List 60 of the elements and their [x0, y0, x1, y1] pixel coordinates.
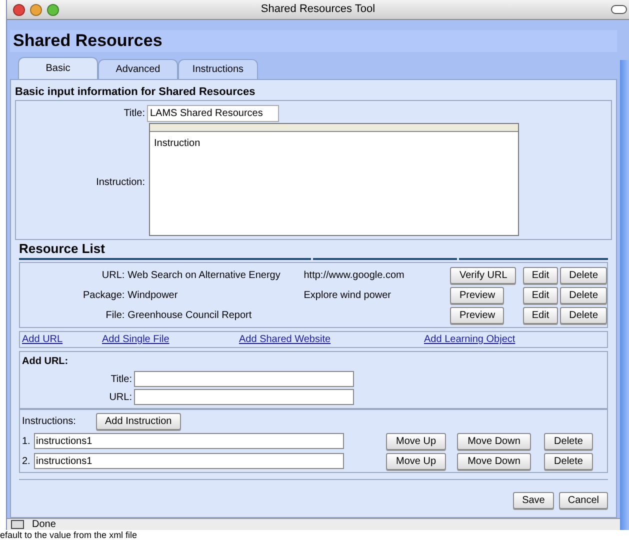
layout-icon	[11, 520, 24, 529]
button[interactable]: Save	[513, 492, 554, 509]
button[interactable]: Edit	[522, 266, 558, 284]
form-heading: Add URL:	[21, 355, 70, 369]
list-number: 1.	[21, 434, 32, 448]
rich-text-editor[interactable]: Instruction	[149, 123, 519, 236]
add-link[interactable]: Add Single File	[102, 332, 239, 347]
scrollbar[interactable]	[620, 60, 629, 530]
field-label: Title:	[110, 372, 133, 386]
field-label: Title:	[122, 107, 146, 121]
text-field[interactable]	[134, 371, 354, 387]
window-control-icon[interactable]	[30, 4, 42, 16]
title-field[interactable]: LAMS Shared Resources	[147, 105, 279, 122]
window-title: Shared Resources Tool	[260, 2, 376, 18]
text-field[interactable]	[134, 389, 354, 405]
list-number: 2.	[21, 454, 32, 468]
button[interactable]: Add Instruction	[96, 412, 181, 430]
button[interactable]: Cancel	[558, 492, 608, 509]
add-link[interactable]: Add URL	[22, 332, 102, 347]
editor-text: Instruction	[153, 137, 202, 151]
button[interactable]: Verify URL	[450, 266, 516, 284]
button[interactable]: Preview	[450, 306, 504, 324]
button[interactable]: Move Up	[386, 432, 446, 450]
toolbar-toggle-icon[interactable]	[611, 5, 627, 14]
table-cell-text: Explore wind power	[304, 288, 392, 302]
button[interactable]: Move Up	[386, 452, 446, 470]
button[interactable]: Move Down	[457, 452, 531, 470]
field-label: Instruction:	[95, 176, 146, 190]
window-control-icon[interactable]	[13, 4, 25, 16]
button[interactable]: Delete	[544, 432, 593, 450]
table-cell-text: Greenhouse Council Report	[128, 308, 253, 322]
tab[interactable]: Advanced	[98, 59, 178, 79]
table-cell-text: Windpower	[128, 288, 179, 302]
tab[interactable]: Instructions	[178, 59, 258, 79]
section-heading: Resource List	[18, 241, 106, 256]
field-label: Instructions:	[21, 414, 77, 428]
button[interactable]: Delete	[560, 286, 608, 304]
page-header: Shared Resources	[10, 30, 617, 52]
add-link[interactable]: Add Learning Object	[424, 332, 516, 347]
table-cell-text: http://www.google.com	[304, 268, 406, 282]
table-cell-text: File:	[104, 308, 126, 322]
table-cell-text: Web Search on Alternative Energy	[128, 268, 282, 282]
button[interactable]: Preview	[450, 286, 504, 304]
tab[interactable]: Basic	[18, 57, 98, 79]
button[interactable]: Move Down	[457, 432, 531, 450]
button[interactable]: Delete	[560, 306, 608, 324]
status-text: Done	[32, 518, 56, 532]
button[interactable]: Edit	[522, 306, 558, 324]
button[interactable]: Edit	[522, 286, 558, 304]
table-cell-text: URL:	[100, 268, 126, 282]
table-cell-text: Package:	[82, 288, 126, 302]
section-heading: Basic input information for Shared Resources	[15, 86, 256, 99]
instruction-field[interactable]: instructions1	[34, 433, 344, 449]
add-link[interactable]: Add Shared Website	[239, 332, 424, 347]
button[interactable]: Delete	[560, 266, 608, 284]
field-label: URL:	[108, 390, 133, 404]
background-text: efault to the value from the xml file	[0, 530, 138, 540]
instruction-field[interactable]: instructions1	[34, 453, 344, 469]
window-control-icon[interactable]	[47, 4, 59, 16]
button[interactable]: Delete	[544, 452, 593, 470]
